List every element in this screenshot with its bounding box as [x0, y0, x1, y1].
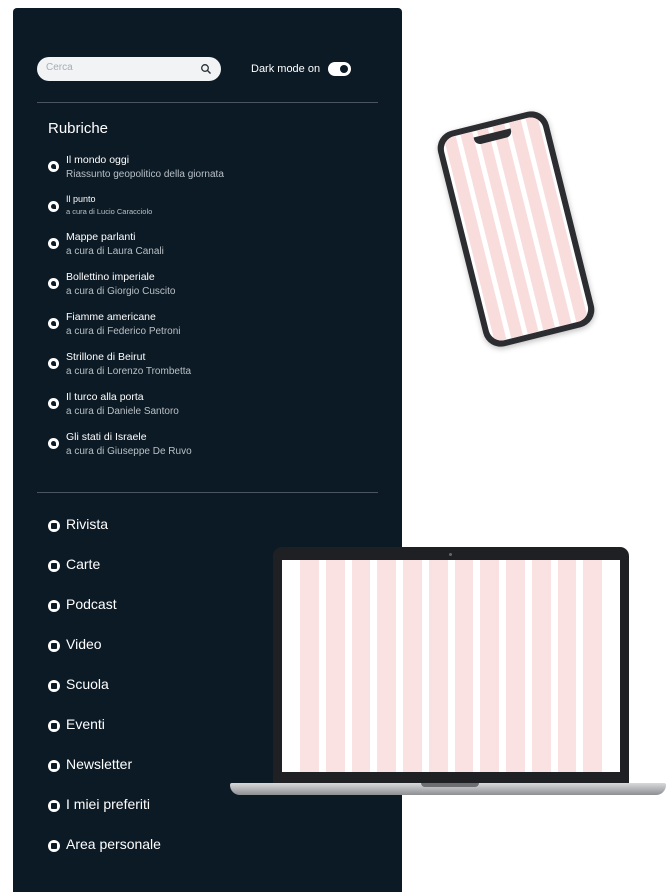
laptop-camera	[449, 553, 452, 556]
toggle-knob	[340, 65, 348, 73]
rubrica-subtitle: a cura di Lorenzo Trombetta	[66, 366, 192, 377]
rubrica-title: Gli stati di Israele	[66, 431, 147, 443]
rubrica-subtitle: a cura di Federico Petroni	[66, 326, 181, 337]
menu-label: Podcast	[66, 596, 117, 612]
rubrica-title: Fiamme americane	[66, 311, 156, 323]
rubrica-item[interactable]: Gli stati di Israele a cura di Giuseppe …	[48, 431, 368, 463]
rubrica-item[interactable]: Il turco alla porta a cura di Daniele Sa…	[48, 391, 368, 423]
phone-screen	[441, 114, 591, 344]
menu-item-podcast[interactable]: Podcast	[48, 595, 288, 619]
menu-label: Scuola	[66, 676, 109, 692]
magazine-icon	[48, 520, 60, 532]
rubrica-icon	[48, 238, 59, 249]
laptop-base	[230, 783, 666, 795]
phone-grid-columns	[441, 115, 591, 343]
menu-label: Carte	[66, 556, 101, 572]
menu-label: I miei preferiti	[66, 796, 151, 812]
rubrica-item[interactable]: Strillone di Beirut a cura di Lorenzo Tr…	[48, 351, 368, 383]
menu-item-newsletter[interactable]: Newsletter	[48, 755, 288, 779]
dark-mode-toggle[interactable]	[328, 62, 351, 76]
rubrica-subtitle: a cura di Lucio Caracciolo	[66, 207, 153, 216]
rubrica-item[interactable]: Mappe parlanti a cura di Laura Canali	[48, 231, 368, 263]
microphone-icon	[48, 600, 60, 612]
menu-item-video[interactable]: Video	[48, 635, 288, 659]
rubrica-icon	[48, 398, 59, 409]
rubrica-item[interactable]: Il mondo oggi Riassunto geopolitico dell…	[48, 154, 368, 186]
bookmark-icon	[48, 800, 60, 812]
search-icon[interactable]	[200, 63, 212, 75]
menu-label: Rivista	[66, 516, 109, 532]
user-icon	[48, 840, 60, 852]
rubrica-subtitle: a cura di Giorgio Cuscito	[66, 286, 176, 297]
rubrica-icon	[48, 438, 59, 449]
rubrica-title: Il punto	[66, 194, 96, 204]
laptop-grid-columns	[300, 560, 602, 772]
mail-icon	[48, 760, 60, 772]
dark-mode-label: Dark mode on	[251, 63, 321, 75]
rubrica-icon	[48, 358, 59, 369]
menu-label: Eventi	[66, 716, 105, 732]
rubrica-title: Strillone di Beirut	[66, 351, 146, 363]
menu-item-scuola[interactable]: Scuola	[48, 675, 288, 699]
rubrica-icon	[48, 201, 59, 212]
rubrica-title: Il turco alla porta	[66, 391, 144, 403]
menu-label: Area personale	[66, 836, 161, 852]
rubrica-icon	[48, 278, 59, 289]
phone-mockup	[433, 107, 599, 351]
rubrica-title: Mappe parlanti	[66, 231, 136, 243]
rubrica-icon	[48, 161, 59, 172]
rubrica-subtitle: a cura di Laura Canali	[66, 246, 164, 257]
rubrica-item[interactable]: Bollettino imperiale a cura di Giorgio C…	[48, 271, 368, 303]
menu-item-area-personale[interactable]: Area personale	[48, 835, 288, 859]
play-icon	[48, 640, 60, 652]
rubrica-icon	[48, 318, 59, 329]
rubrica-subtitle: Riassunto geopolitico della giornata	[66, 169, 224, 180]
map-pin-icon	[48, 560, 60, 572]
graduation-cap-icon	[48, 680, 60, 692]
rubrica-item[interactable]: Fiamme americane a cura di Federico Petr…	[48, 311, 368, 343]
menu-item-preferiti[interactable]: I miei preferiti	[48, 795, 288, 819]
menu-label: Newsletter	[66, 756, 133, 772]
menu-item-eventi[interactable]: Eventi	[48, 715, 288, 739]
search-input[interactable]: Cerca	[37, 57, 221, 81]
menu-item-rivista[interactable]: Rivista	[48, 515, 288, 539]
laptop-mockup	[273, 547, 629, 783]
rubriche-title: Rubriche	[48, 120, 109, 137]
rubrica-subtitle: a cura di Daniele Santoro	[66, 406, 179, 417]
rubrica-item[interactable]: Il punto a cura di Lucio Caracciolo	[48, 194, 368, 226]
laptop-trackpad-notch	[421, 783, 479, 787]
search-placeholder: Cerca	[46, 62, 73, 73]
divider	[37, 102, 378, 103]
rubrica-title: Il mondo oggi	[66, 154, 130, 166]
menu-item-carte[interactable]: Carte	[48, 555, 288, 579]
calendar-icon	[48, 720, 60, 732]
rubrica-subtitle: a cura di Giuseppe De Ruvo	[66, 446, 192, 457]
laptop-screen	[282, 560, 620, 772]
divider	[37, 492, 378, 493]
rubrica-title: Bollettino imperiale	[66, 271, 155, 283]
menu-label: Video	[66, 636, 102, 652]
